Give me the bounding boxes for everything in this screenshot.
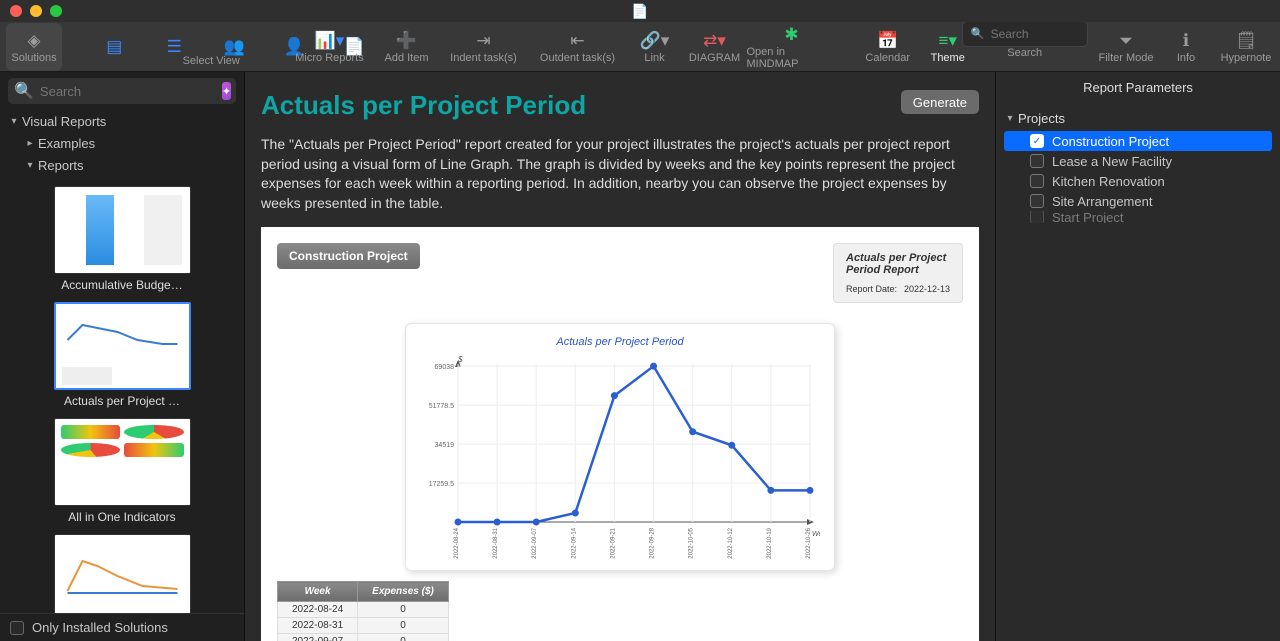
sidebar-search-input[interactable] — [38, 83, 218, 100]
thumb-label: Accumulative Budge… — [37, 278, 207, 292]
svg-text:2022-09-07: 2022-09-07 — [532, 528, 538, 559]
search-icon: 🔍 — [971, 27, 985, 40]
chevron-right-icon: ▸ — [24, 138, 36, 149]
thumb-all-in-one[interactable] — [54, 418, 191, 506]
generate-button[interactable]: Generate — [901, 90, 979, 114]
note-icon: 🗒 — [1235, 30, 1257, 52]
outdent-button[interactable]: ⇤Outdent task(s) — [533, 23, 623, 71]
minimize-window[interactable] — [30, 5, 42, 17]
add-item-button[interactable]: ➕Add Item — [379, 23, 435, 71]
search-input[interactable] — [989, 26, 1079, 42]
indent-button[interactable]: ⇥Indent task(s) — [439, 23, 529, 71]
sidebar-search[interactable]: 🔍 ✦ — [8, 78, 236, 104]
svg-text:69038: 69038 — [435, 365, 455, 372]
thumb-application-of-project[interactable] — [54, 534, 191, 613]
right-panel: Report Parameters ▾ Projects ✓ Construct… — [995, 72, 1280, 641]
document-icon: 📄 — [631, 3, 648, 20]
checkbox[interactable] — [1030, 154, 1044, 168]
thumb-actuals-per-project[interactable] — [54, 302, 191, 390]
svg-text:2022-09-14: 2022-09-14 — [571, 528, 577, 559]
checkbox[interactable] — [1030, 211, 1044, 223]
report-preview: Construction Project Actuals per Project… — [261, 227, 979, 641]
search-icon: 🔍 — [14, 81, 34, 101]
chart-container: Actuals per Project Period $17259.534519… — [405, 323, 835, 571]
filter-button[interactable]: ⏷Filter Mode — [1098, 23, 1154, 71]
checkbox[interactable] — [1030, 174, 1044, 188]
project-item-start[interactable]: Start Project — [1004, 211, 1272, 223]
tree-examples[interactable]: ▸Examples — [0, 132, 244, 154]
mindmap-button[interactable]: ✱Open in MINDMAP — [747, 23, 837, 71]
page-title: Actuals per Project Period — [261, 90, 586, 121]
report-info-box: Actuals per Project Period Report Report… — [833, 243, 963, 303]
sidebar-footer: Only Installed Solutions — [0, 613, 244, 641]
project-item-kitchen[interactable]: Kitchen Renovation — [1004, 171, 1272, 191]
zoom-window[interactable] — [50, 5, 62, 17]
magic-icon[interactable]: ✦ — [222, 82, 231, 100]
projects-group[interactable]: ▾ Projects — [1004, 107, 1272, 129]
svg-text:2022-08-31: 2022-08-31 — [493, 528, 499, 559]
micro-reports-button[interactable]: 📊▾Micro Reports — [285, 23, 375, 71]
diamond-icon: ◈ — [27, 30, 40, 52]
svg-text:2022-10-19: 2022-10-19 — [767, 528, 773, 559]
only-installed-checkbox[interactable] — [10, 621, 24, 635]
svg-text:2022-09-28: 2022-09-28 — [650, 528, 656, 559]
calendar-button[interactable]: 📅Calendar — [860, 23, 916, 71]
chevron-down-icon: ▾ — [24, 160, 36, 171]
view-button-1[interactable]: ▤ — [86, 23, 142, 71]
info-button[interactable]: ℹ︎Info — [1158, 23, 1214, 71]
project-item-site[interactable]: Site Arrangement — [1004, 191, 1272, 211]
sidebar: 🔍 ✦ ▾Visual Reports ▸Examples ▾Reports A… — [0, 72, 245, 641]
close-window[interactable] — [10, 5, 22, 17]
svg-text:2022-08-24: 2022-08-24 — [454, 528, 460, 559]
checkbox[interactable] — [1030, 194, 1044, 208]
table-row: 2022-09-070 — [278, 634, 449, 641]
line-chart: $17259.53451951778.5690382022-08-242022-… — [420, 354, 820, 564]
chart-title: Actuals per Project Period — [420, 336, 820, 348]
chevron-down-icon: ▾ — [8, 116, 20, 127]
link-button[interactable]: 🔗▾Link — [627, 23, 683, 71]
svg-text:17259.5: 17259.5 — [429, 481, 454, 488]
svg-text:2022-10-12: 2022-10-12 — [728, 528, 734, 559]
sidebar-tree: ▾Visual Reports ▸Examples ▾Reports Accum… — [0, 110, 244, 613]
solutions-button[interactable]: ◈ Solutions — [6, 23, 62, 71]
info-icon: ℹ︎ — [1183, 30, 1189, 52]
thumb-accumulative-budget[interactable] — [54, 186, 191, 274]
thumb-label: All in One Indicators — [37, 510, 207, 524]
hypernote-button[interactable]: 🗒Hypernote — [1218, 23, 1274, 71]
svg-text:2022-09-21: 2022-09-21 — [610, 528, 616, 559]
data-table: Week Expenses ($) 2022-08-240 2022-08-31… — [277, 581, 449, 641]
diagram-button[interactable]: ⇄▾DIAGRAM — [687, 23, 743, 71]
toolbar-search[interactable]: 🔍 — [962, 21, 1088, 47]
project-pill: Construction Project — [277, 243, 420, 269]
svg-text:34519: 34519 — [435, 442, 455, 449]
th-week: Week — [278, 582, 358, 602]
toolbar: ◈ Solutions ▤ ☰ 👥 👤 📄 Select View 📊▾Micr… — [0, 22, 1280, 72]
checkbox-checked[interactable]: ✓ — [1030, 134, 1044, 148]
center-pane: Actuals per Project Period Generate The … — [245, 72, 995, 641]
thumb-label: Actuals per Project … — [37, 394, 207, 408]
chevron-down-icon: ▾ — [1004, 113, 1016, 124]
report-description: The "Actuals per Project Period" report … — [261, 135, 979, 213]
tree-reports[interactable]: ▾Reports — [0, 154, 244, 176]
svg-text:2022-10-05: 2022-10-05 — [689, 528, 695, 559]
table-row: 2022-08-240 — [278, 602, 449, 618]
tree-visual-reports[interactable]: ▾Visual Reports — [0, 110, 244, 132]
project-item-lease[interactable]: Lease a New Facility — [1004, 151, 1272, 171]
table-row: 2022-08-310 — [278, 618, 449, 634]
svg-text:51778.5: 51778.5 — [429, 404, 454, 411]
only-installed-label: Only Installed Solutions — [32, 620, 168, 635]
funnel-icon: ⏷ — [1119, 30, 1133, 52]
search-group: 🔍 Search — [980, 23, 1070, 71]
titlebar: 📄 — [0, 0, 1280, 22]
project-item-construction[interactable]: ✓ Construction Project — [1004, 131, 1272, 151]
window-controls — [10, 5, 62, 17]
svg-text:Week: Week — [812, 531, 820, 538]
panel-title: Report Parameters — [996, 72, 1280, 103]
th-expenses: Expenses ($) — [358, 582, 449, 602]
